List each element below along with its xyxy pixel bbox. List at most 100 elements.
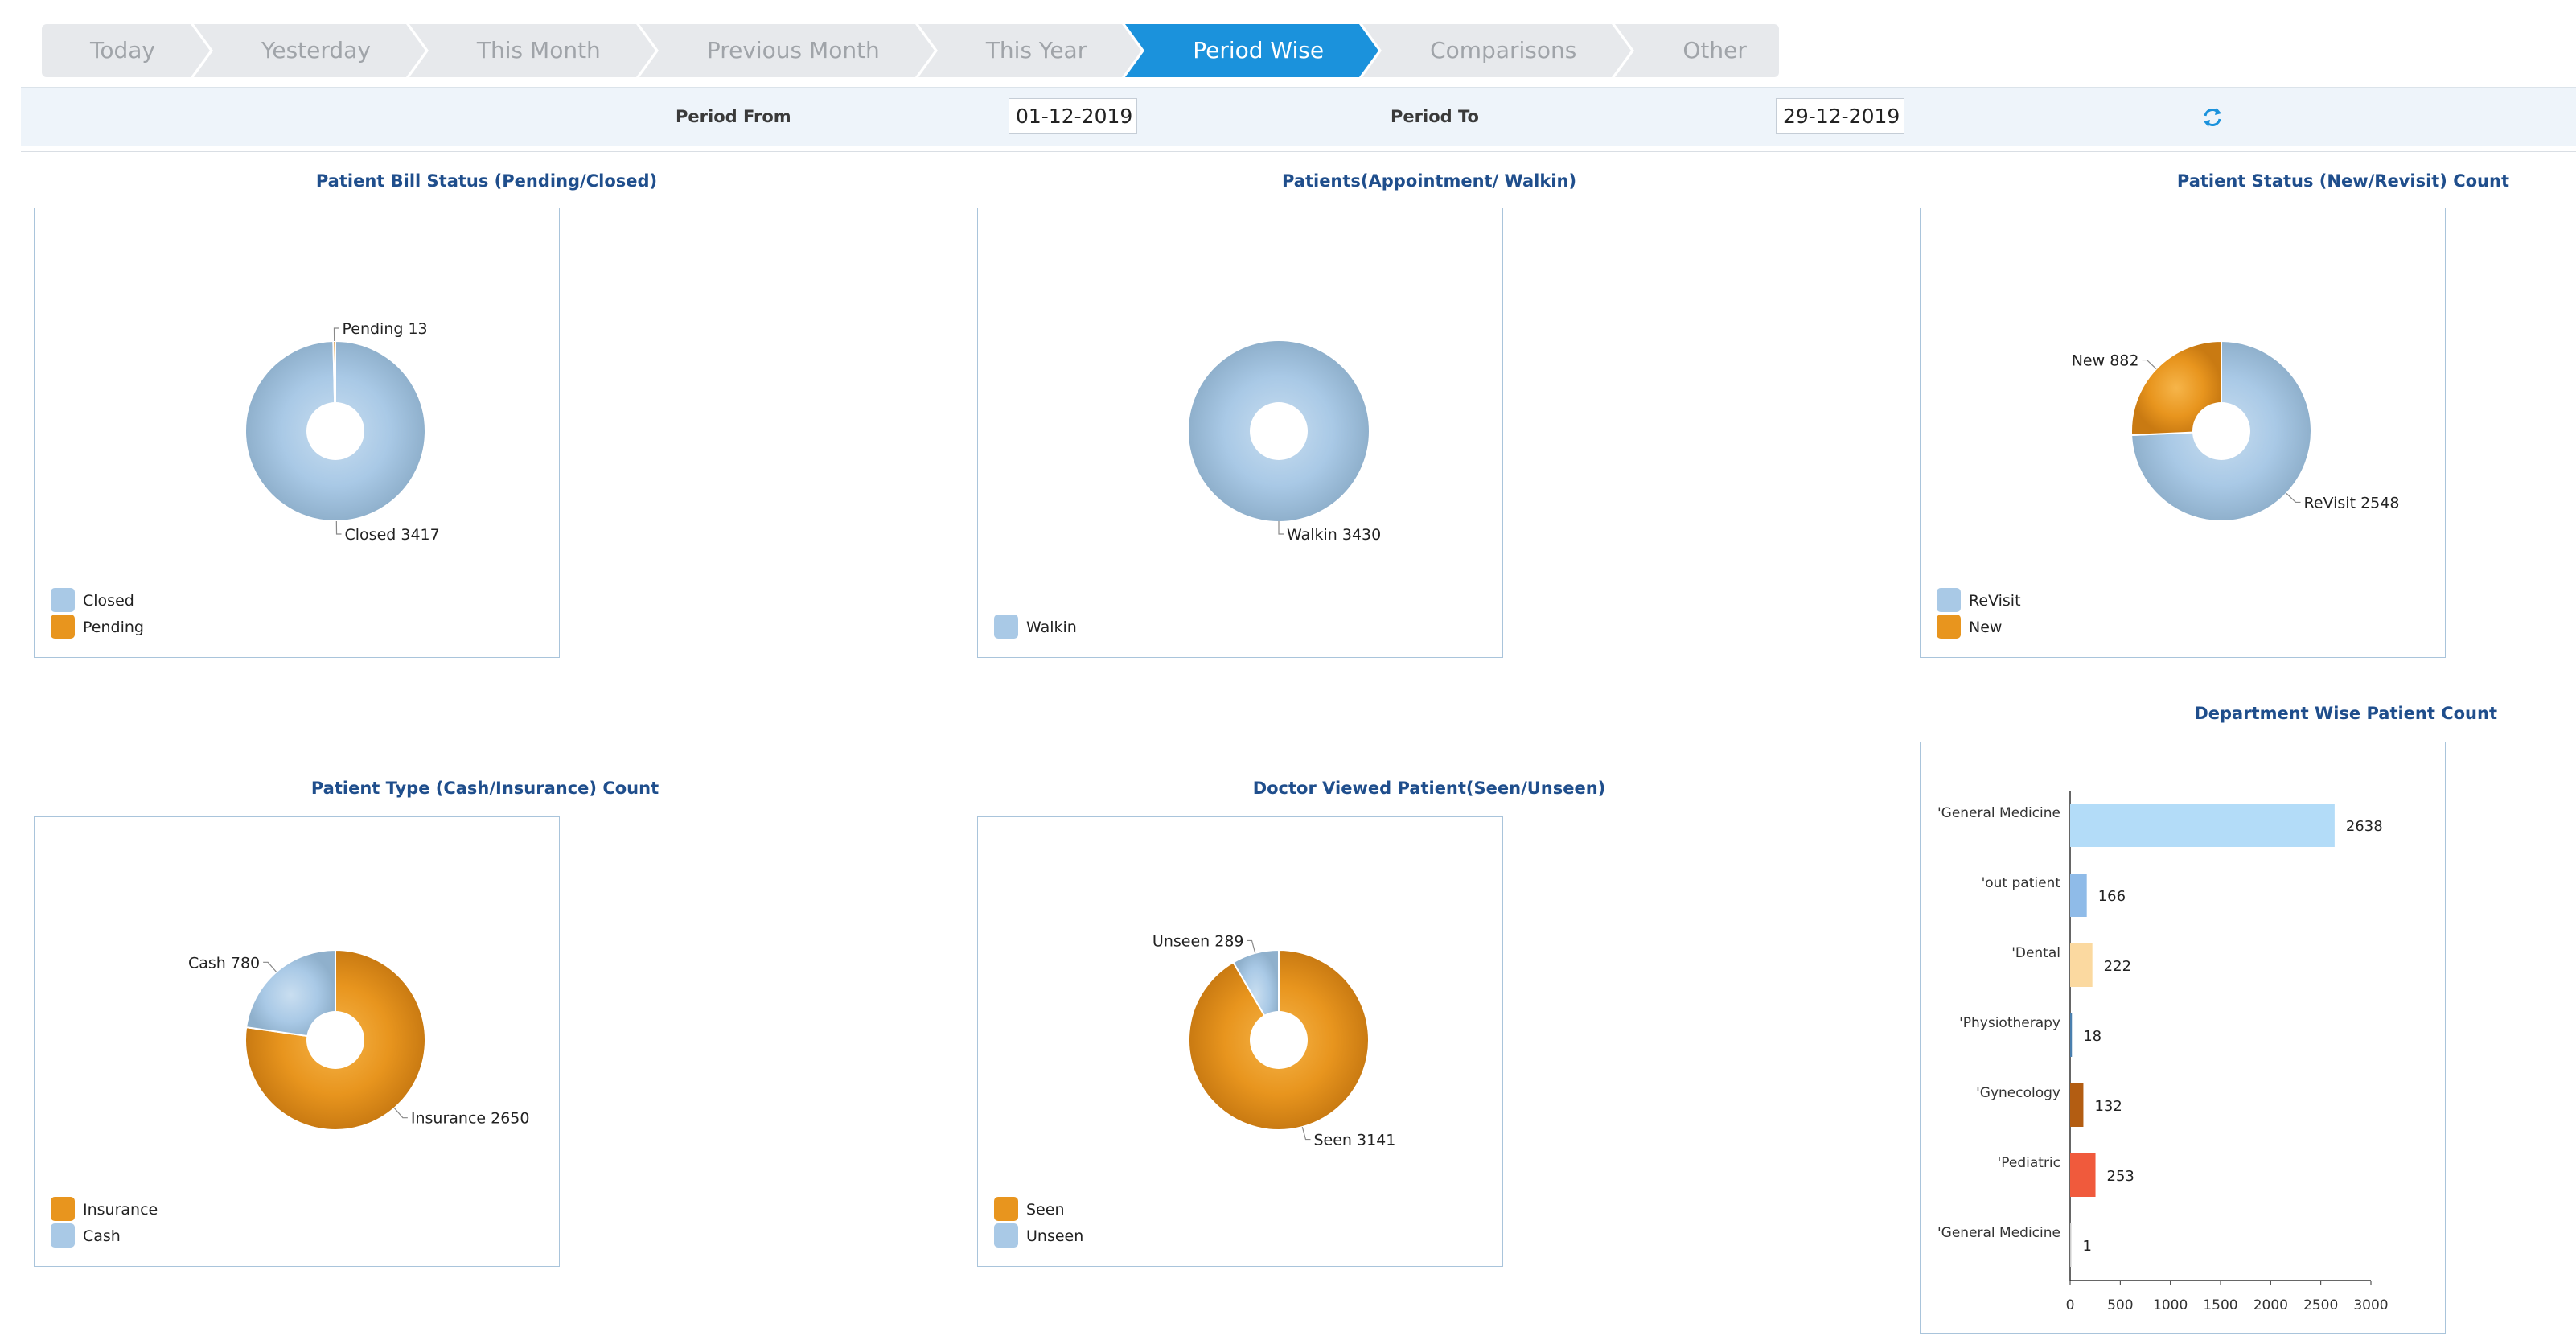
pie-chart-bill-status: Closed 3417 Pending 13 Closed Pending: [51, 320, 440, 639]
bar-value-label: 2638: [2346, 818, 2383, 835]
pie-chart-new-revisit: ReVisit 2548 New 882 ReVisit New: [1937, 339, 2400, 639]
bar-chart-department: 0 500 1000 1500 2000 2500 3000 'General Medicin…: [1937, 791, 2389, 1313]
category-label: 'out patient: [1982, 875, 2061, 891]
category-label: 'General Medicine: [1937, 1225, 2060, 1241]
chart-title-seen-unseen: Doctor Viewed Patient(Seen/Unseen): [1252, 779, 1606, 798]
donut-hole: [1250, 1011, 1308, 1069]
pie-data-label: Closed 3417: [345, 526, 440, 544]
pie-label-line: [335, 520, 342, 535]
legend-label: Pending: [83, 619, 144, 636]
legend-label: Insurance: [83, 1201, 158, 1219]
chart-box-department: 0 500 1000 1500 2000 2500 3000 'General Medicin…: [1920, 742, 2446, 1334]
tab-other[interactable]: Other: [1615, 24, 1779, 77]
legend-swatch: [51, 1197, 75, 1221]
x-tick-label: 0: [2066, 1297, 2075, 1313]
x-tick-label: 2500: [2303, 1297, 2338, 1313]
category-label: 'General Medicine: [1937, 805, 2060, 821]
donut-hole: [306, 1011, 364, 1069]
pie-data-label: Insurance 2650: [411, 1110, 530, 1128]
legend-label: Unseen: [1026, 1227, 1083, 1245]
pie-chart-seen-unseen: Seen 3141 Unseen 289 Seen Unseen: [994, 932, 1395, 1248]
pie-label-line: [2142, 359, 2157, 370]
x-tick-label: 2000: [2253, 1297, 2288, 1313]
tab-today[interactable]: Today: [42, 24, 213, 77]
chart-title-bill-status: Patient Bill Status (Pending/Closed): [315, 171, 658, 191]
tab-this-year[interactable]: This Year: [918, 24, 1145, 77]
legend-swatch: [994, 1197, 1018, 1221]
bar-value-label: 18: [2083, 1028, 2101, 1045]
legend-swatch: [1937, 615, 1961, 639]
donut-hole: [2192, 402, 2250, 460]
pie-label-line: [1247, 939, 1256, 954]
legend-label: Seen: [1026, 1201, 1064, 1219]
pie-label-line: [393, 1108, 408, 1119]
category-label: 'Gynecology: [1976, 1085, 2060, 1101]
pie-data-label: Cash 780: [188, 954, 260, 972]
bar[interactable]: [2070, 1153, 2096, 1197]
category-label: 'Physiotherapy: [1959, 1015, 2060, 1031]
date-range-tabs: Today Yesterday This Month Previous Month Th…: [42, 24, 1782, 77]
bar-value-label: 253: [2107, 1168, 2134, 1185]
chart-title-new-revisit: Patient Status (New/Revisit) Count: [2176, 171, 2509, 191]
pie-label-line: [1301, 1126, 1311, 1141]
period-to-input[interactable]: 29-12-2019: [1776, 98, 1904, 134]
x-tick-label: 1000: [2153, 1297, 2188, 1313]
chart-box-cash-insurance: Insurance 2650 Cash 780 Insurance Cash: [34, 816, 560, 1267]
chart-box-new-revisit: ReVisit 2548 New 882 ReVisit New: [1920, 208, 2446, 658]
pie-label-line: [2286, 492, 2301, 504]
tab-this-month[interactable]: This Month: [409, 24, 659, 77]
x-tick-label: 500: [2107, 1297, 2133, 1313]
bar[interactable]: [2070, 804, 2335, 847]
x-tick-label: 3000: [2353, 1297, 2388, 1313]
legend-label: Walkin: [1026, 619, 1077, 636]
chart-box-appointment-walkin: Walkin 3430 Walkin: [977, 208, 1503, 658]
chart-title-cash-insurance: Patient Type (Cash/Insurance) Count: [310, 779, 659, 798]
pie-data-label: ReVisit 2548: [2304, 494, 2400, 512]
bar-value-label: 132: [2094, 1098, 2122, 1115]
legend-swatch: [51, 588, 75, 612]
tab-period-wise[interactable]: Period Wise: [1125, 24, 1382, 77]
category-label: 'Pediatric: [1998, 1155, 2060, 1171]
bar[interactable]: [2070, 874, 2087, 917]
legend-swatch: [1937, 588, 1961, 612]
tab-previous-month[interactable]: Previous Month: [639, 24, 938, 77]
legend-label: Cash: [83, 1227, 121, 1245]
donut-hole: [1250, 402, 1308, 460]
pie-label-line: [333, 327, 339, 342]
bar[interactable]: [2070, 1223, 2072, 1267]
period-from-label: Period From: [676, 107, 791, 126]
period-from-input[interactable]: 01-12-2019: [1009, 98, 1137, 134]
pie-label-line: [1278, 521, 1284, 535]
bar-value-label: 222: [2104, 958, 2131, 975]
pie-data-label: Unseen 289: [1152, 932, 1244, 950]
pie-label-line: [263, 961, 277, 972]
separator: [21, 151, 2576, 152]
bar[interactable]: [2070, 1083, 2084, 1127]
bar[interactable]: [2070, 1013, 2073, 1057]
pie-chart-cash-insurance: Insurance 2650 Cash 780 Insurance Cash: [51, 948, 530, 1248]
tab-yesterday[interactable]: Yesterday: [193, 24, 429, 77]
chart-title-department: Department Wise Patient Count: [2194, 704, 2497, 723]
legend-swatch: [51, 1223, 75, 1248]
chart-box-seen-unseen: Seen 3141 Unseen 289 Seen Unseen: [977, 816, 1503, 1267]
tab-comparisons[interactable]: Comparisons: [1362, 24, 1635, 77]
legend-swatch: [51, 615, 75, 639]
x-tick-label: 1500: [2203, 1297, 2237, 1313]
period-to-label: Period To: [1391, 107, 1479, 126]
pie-data-label: New 882: [2072, 352, 2139, 370]
pie-chart-appointment-walkin: Walkin 3430 Walkin: [994, 341, 1381, 639]
chart-title-appointment-walkin: Patients(Appointment/ Walkin): [1281, 171, 1577, 191]
refresh-icon[interactable]: [2200, 105, 2225, 129]
legend-label: Closed: [83, 592, 134, 610]
pie-data-label: Seen 3141: [1313, 1132, 1395, 1149]
chart-box-bill-status: Closed 3417 Pending 13 Closed Pending: [34, 208, 560, 658]
donut-hole: [306, 402, 364, 460]
category-label: 'Dental: [2011, 945, 2060, 961]
pie-data-label: Walkin 3430: [1287, 526, 1381, 544]
bar-value-label: 1: [2083, 1238, 2092, 1255]
legend-label: ReVisit: [1969, 592, 2021, 610]
bar-value-label: 166: [2098, 888, 2126, 905]
legend-swatch: [994, 1223, 1018, 1248]
pie-data-label: Pending 13: [342, 320, 427, 338]
bar[interactable]: [2070, 943, 2093, 987]
